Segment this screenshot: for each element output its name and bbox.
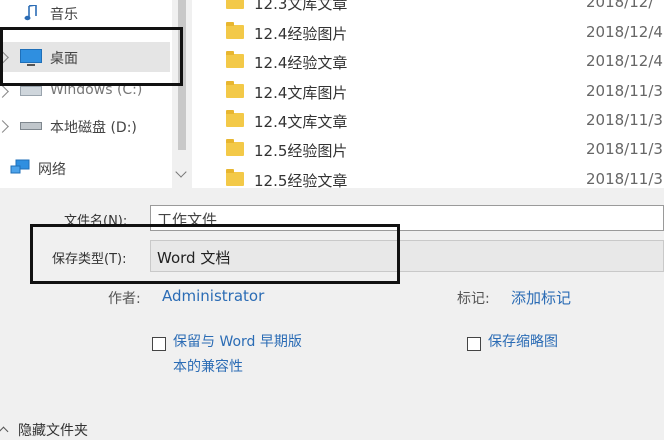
folder-icon [226,110,244,127]
compat-label-line2[interactable]: 本的兼容性 [173,355,243,379]
local-drive-icon [20,122,42,130]
filename-input[interactable]: 工作文件 [150,205,664,231]
file-date: 2018/12/ [586,0,654,11]
sidebar-item-desktop[interactable]: 桌面 [0,42,170,72]
file-row[interactable]: 12.4文库文章 2018/11/3 [192,106,664,135]
file-date: 2018/11/3 [586,170,663,188]
file-row[interactable]: 12.4文库图片 2018/11/3 [192,77,664,106]
file-row[interactable]: 12.3文库文章 2018/12/ [192,0,664,17]
tags-value[interactable]: 添加标记 [511,287,571,308]
file-name: 12.4经验图片 [254,25,348,43]
file-date: 2018/12/4 [586,52,663,70]
file-name: 12.4文库文章 [254,113,348,131]
folder-icon [226,0,244,9]
expand-chevron-icon[interactable] [0,120,9,133]
file-row[interactable]: 12.4经验文章 2018/12/4 [192,47,664,76]
expand-chevron-icon[interactable] [0,51,9,64]
filename-label: 文件名(N): [64,214,128,229]
file-name: 12.5经验文章 [254,172,348,188]
desktop-icon [20,49,42,66]
file-date: 2018/12/4 [586,23,663,41]
nav-scrollbar[interactable] [172,0,192,188]
sidebar-item-label: 网络 [38,162,66,178]
sidebar-item-label: 桌面 [50,51,78,67]
sidebar-item-local-drive[interactable]: 本地磁盘 (D:) [0,111,170,141]
sidebar-item-label: 本地磁盘 (D:) [50,120,137,136]
file-list: 12.3文库文章 2018/12/ 12.4经验图片 2018/12/4 12.… [192,0,664,188]
folder-icon [226,169,244,186]
folder-icon [226,139,244,156]
windows-drive-icon [20,86,42,96]
compat-checkbox[interactable] [152,337,166,351]
compat-label-line1[interactable]: 保留与 Word 早期版 [173,330,302,354]
tags-label: 标记: [457,291,490,307]
hide-folders-label: 隐藏文件夹 [18,423,88,439]
file-row[interactable]: 12.5经验图片 2018/11/3 [192,135,664,164]
file-name: 12.4文库图片 [254,84,348,102]
navigation-pane: 音乐 桌面 Windows (C:) 本地磁盘 (D:) 网络 [0,0,192,188]
author-value[interactable]: Administrator [162,287,264,305]
file-row[interactable]: 12.5经验文章 2018/11/3 [192,165,664,188]
file-name: 12.4经验文章 [254,54,348,72]
file-date: 2018/11/3 [586,140,663,158]
thumbnail-label[interactable]: 保存缩略图 [488,330,558,354]
music-icon [24,5,37,21]
sidebar-item-windows-drive[interactable]: Windows (C:) [0,76,170,106]
file-row[interactable]: 12.4经验图片 2018/12/4 [192,18,664,47]
file-name: 12.5经验图片 [254,142,348,160]
scroll-down-chevron-icon[interactable] [175,166,187,178]
thumbnail-checkbox[interactable] [467,337,481,351]
expand-chevron-icon[interactable] [0,85,9,98]
sidebar-item-music[interactable]: 音乐 [0,0,170,30]
file-date: 2018/11/3 [586,111,663,129]
sidebar-item-label: Windows (C:) [50,82,143,98]
collapse-chevron-icon [0,426,9,437]
folder-icon [226,22,244,39]
folder-icon [226,51,244,68]
file-name: 12.3文库文章 [254,0,348,13]
file-date: 2018/11/3 [586,82,663,100]
nav-scroll-thumb[interactable] [178,0,186,150]
network-icon [10,159,30,174]
sidebar-item-label: 音乐 [50,7,78,23]
folder-icon [226,81,244,98]
sidebar-item-network[interactable]: 网络 [0,153,170,183]
author-label: 作者: [108,291,141,307]
filetype-label: 保存类型(T): [52,252,127,267]
filetype-select[interactable]: Word 文档 [150,240,664,272]
